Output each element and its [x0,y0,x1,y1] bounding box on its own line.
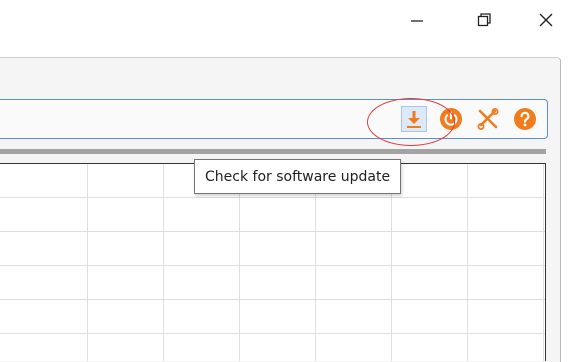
toolbar [0,99,548,139]
tooltip: Check for software update [194,159,402,194]
help-button[interactable] [512,106,538,132]
download-arrow-icon [407,111,421,128]
close-button[interactable] [522,0,570,40]
power-icon [440,108,462,130]
tools-icon [477,108,499,130]
separator-bar [0,149,546,154]
minimize-icon [411,20,423,22]
close-icon [539,13,553,27]
help-icon [514,108,536,130]
tools-button[interactable] [475,106,501,132]
check-update-button[interactable] [401,106,427,132]
minimize-button[interactable] [393,0,441,40]
restore-icon [477,13,491,27]
restore-button[interactable] [460,0,508,40]
power-button[interactable] [438,106,464,132]
